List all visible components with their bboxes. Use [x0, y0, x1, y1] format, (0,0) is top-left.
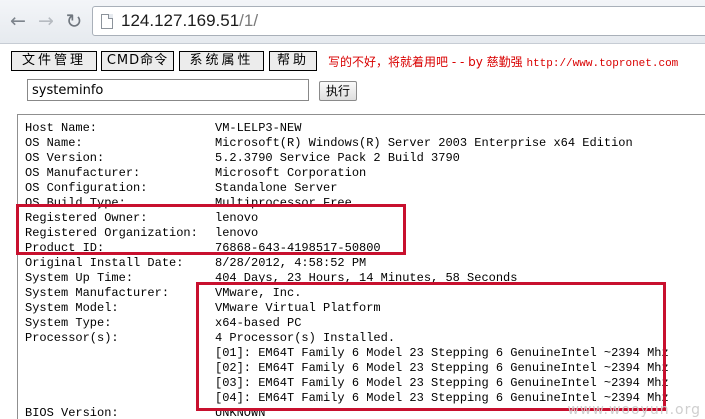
output-key: OS Manufacturer:: [25, 166, 141, 180]
output-value: Standalone Server: [215, 181, 338, 195]
forward-arrow-icon[interactable]: →: [34, 9, 58, 33]
command-input[interactable]: [27, 79, 309, 101]
output-key: OS Configuration:: [25, 181, 148, 195]
output-key: System Up Time:: [25, 271, 134, 285]
output-value: 5.2.3790 Service Pack 2 Build 3790: [215, 151, 460, 165]
output-key: System Type:: [25, 316, 112, 330]
watermark: www.wooyun.org: [567, 402, 701, 418]
reload-icon[interactable]: ↻: [62, 9, 86, 33]
execute-button[interactable]: 执行: [319, 81, 357, 101]
output-key: OS Name:: [25, 136, 83, 150]
output-key: OS Version:: [25, 151, 105, 165]
page-icon: [101, 14, 113, 29]
back-arrow-icon[interactable]: ←: [6, 9, 30, 33]
url-path: /1/: [239, 11, 259, 30]
cmd-command-button[interactable]: CMD命令: [101, 51, 174, 71]
url-host: 124.127.169.51: [121, 11, 240, 30]
owner-highlight-box: [16, 204, 406, 255]
system-properties-button[interactable]: 系统属性: [179, 51, 264, 71]
output-key: Processor(s):: [25, 331, 119, 345]
author-banner: 写的不好，将就着用吧 - - by 慈勤强 http://www.toprone…: [328, 53, 678, 70]
output-key: BIOS Version:: [25, 406, 119, 419]
output-value: Microsoft(R) Windows(R) Server 2003 Ente…: [215, 136, 633, 150]
output-key: System Model:: [25, 301, 119, 315]
output-value: 8/28/2012, 4:58:52 PM: [215, 256, 367, 270]
banner-site-link[interactable]: http://www.topronet.com: [526, 58, 678, 70]
output-key: Original Install Date:: [25, 256, 184, 270]
file-manager-button[interactable]: 文件管理: [11, 51, 97, 71]
output-key: System Manufacturer:: [25, 286, 170, 300]
system-highlight-box: [196, 282, 666, 411]
banner-text: 写的不好，将就着用吧 - - by 慈勤强: [328, 55, 527, 69]
help-button[interactable]: 帮助: [269, 51, 317, 71]
address-bar[interactable]: 124.127.169.51/1/: [92, 6, 705, 36]
browser-toolbar: ← → ↻ 124.127.169.51/1/: [0, 0, 705, 44]
output-value: Microsoft Corporation: [215, 166, 367, 180]
output-value: VM-LELP3-NEW: [215, 121, 302, 135]
output-key: Host Name:: [25, 121, 98, 135]
url-text[interactable]: 124.127.169.51/1/: [121, 11, 258, 31]
